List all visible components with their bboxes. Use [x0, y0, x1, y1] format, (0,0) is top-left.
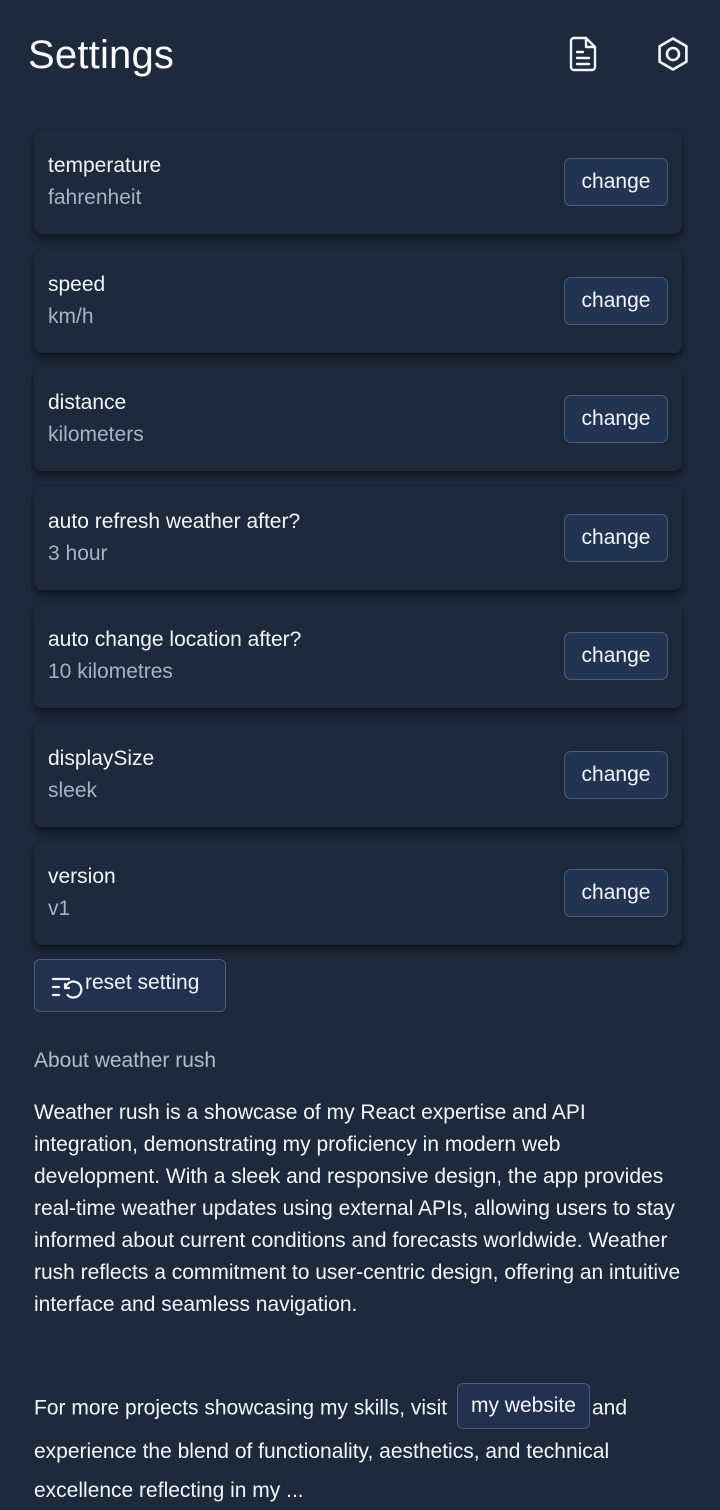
setting-value: 10 kilometres — [48, 660, 173, 683]
setting-card-temperature: temperature fahrenheit change — [34, 130, 682, 234]
setting-name: temperature — [48, 154, 162, 177]
setting-name: speed — [48, 272, 106, 296]
setting-name: displaySize — [48, 746, 155, 770]
change-temperature-button[interactable]: change — [564, 158, 668, 206]
setting-name: version — [48, 865, 116, 888]
setting-value: fahrenheit — [48, 186, 142, 209]
page-title: Settings — [28, 33, 175, 77]
app-header: Settings — [0, 0, 720, 112]
settings-list: temperature fahrenheit change speed km/h… — [34, 130, 682, 960]
setting-card-distance: distance kilometers change — [34, 367, 682, 471]
more-projects-text: For more projects showcasing my skills, … — [34, 1383, 684, 1510]
list-restart-icon — [51, 973, 85, 1003]
setting-value: v1 — [48, 897, 71, 920]
change-auto-refresh-button[interactable]: change — [564, 513, 668, 562]
document-icon[interactable] — [563, 34, 603, 74]
setting-name: auto change location after? — [48, 628, 302, 651]
change-speed-button[interactable]: change — [564, 276, 668, 325]
change-auto-location-button[interactable]: change — [564, 632, 668, 680]
setting-card-auto-location: auto change location after? 10 kilometre… — [34, 604, 682, 708]
change-version-button[interactable]: change — [564, 869, 668, 917]
setting-card-display-size: displaySize sleek change — [34, 722, 682, 827]
reset-setting-button[interactable]: reset setting — [34, 959, 226, 1012]
settings-icon[interactable] — [653, 34, 693, 74]
setting-name: distance — [48, 391, 127, 414]
setting-name: auto refresh weather after? — [48, 509, 301, 533]
about-description: Weather rush is a showcase of my React e… — [34, 1101, 681, 1316]
change-distance-button[interactable]: change — [564, 395, 668, 443]
setting-value: 3 hour — [48, 541, 108, 565]
setting-card-auto-refresh: auto refresh weather after? 3 hour chang… — [34, 485, 682, 590]
setting-value: kilometers — [48, 423, 144, 446]
reset-setting-label: reset setting — [85, 970, 200, 994]
setting-card-version: version v1 change — [34, 841, 682, 945]
setting-value: sleek — [48, 778, 98, 802]
setting-card-speed: speed km/h change — [34, 248, 682, 353]
change-display-size-button[interactable]: change — [564, 750, 668, 799]
more-prefix: For more projects showcasing my skills, … — [34, 1396, 448, 1420]
my-website-link[interactable]: my website — [456, 1383, 590, 1429]
setting-value: km/h — [48, 304, 94, 328]
about-heading: About weather rush — [34, 1049, 217, 1072]
